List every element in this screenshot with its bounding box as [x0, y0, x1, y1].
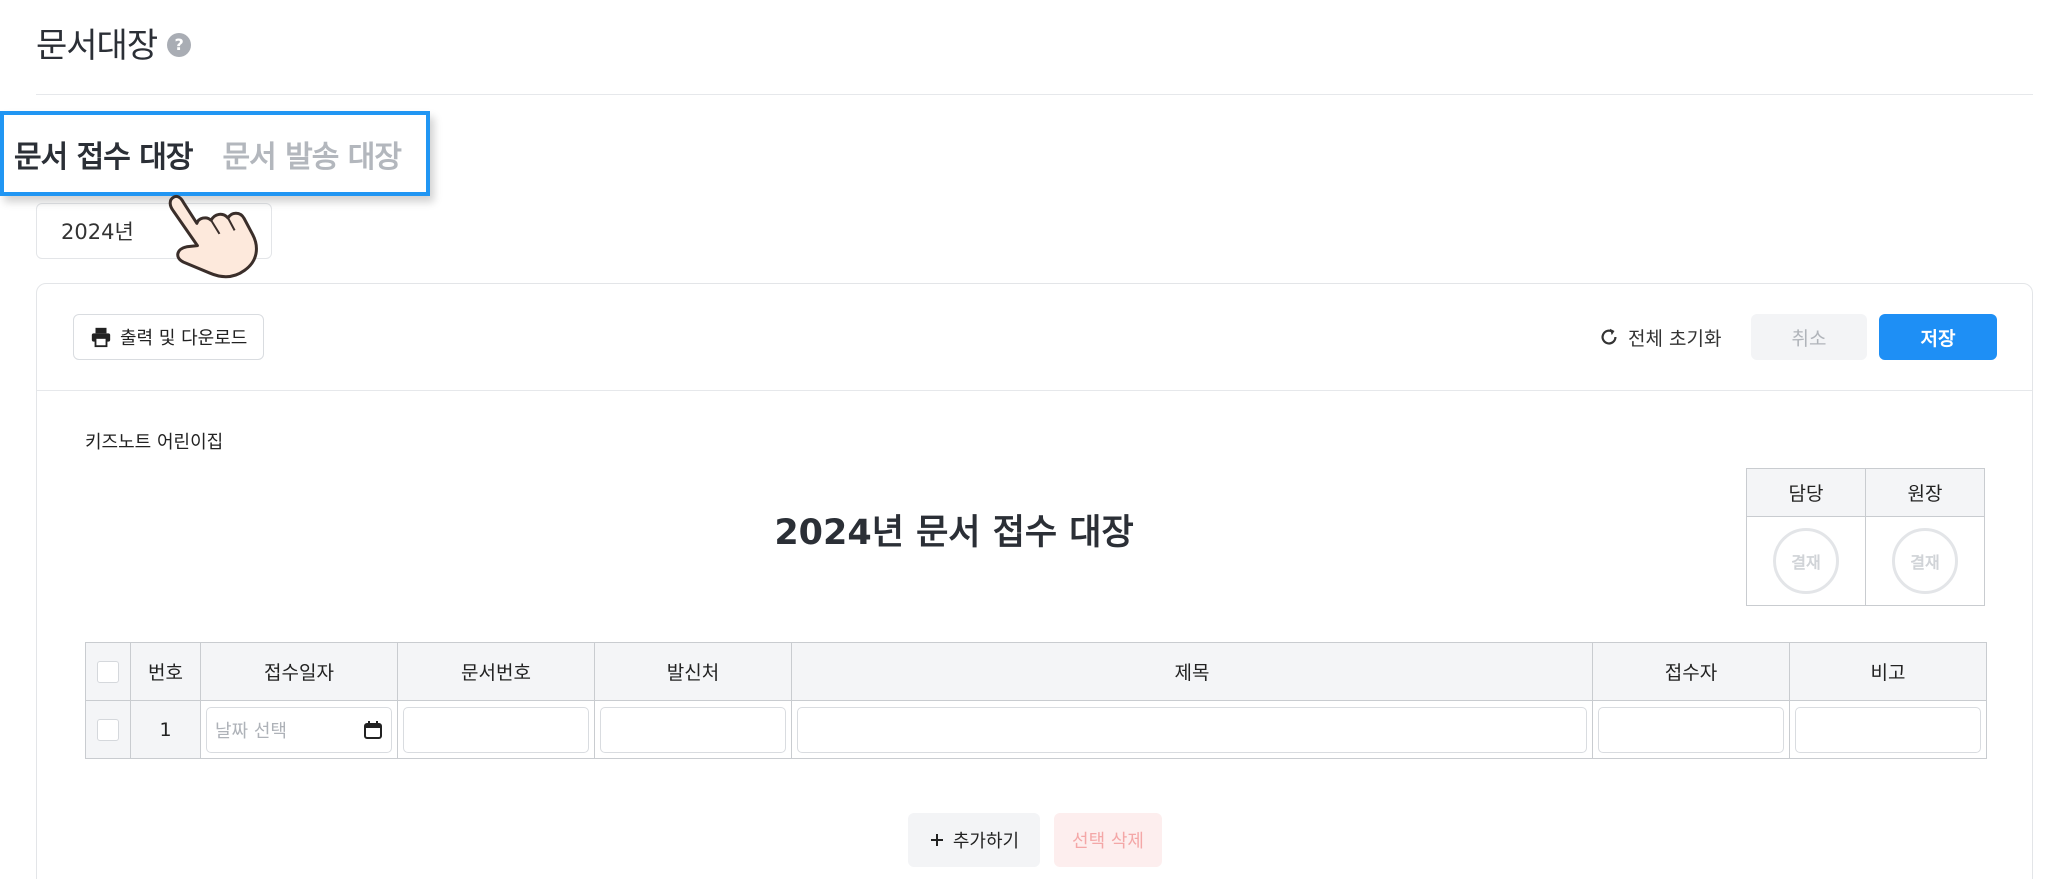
- column-header: 발신처: [594, 642, 792, 701]
- approval-stamp-cell-director: 결재: [1865, 516, 1985, 606]
- reset-all-button[interactable]: 전체 초기화: [1598, 314, 1721, 360]
- calendar-icon: [364, 720, 382, 739]
- page-title: 문서대장: [36, 26, 158, 66]
- add-row-label: 추가하기: [952, 831, 1020, 852]
- header-divider: [36, 94, 2033, 95]
- sender-cell: [594, 700, 792, 759]
- subject-cell: [791, 700, 1593, 759]
- date-placeholder: 날짜 선택: [215, 720, 287, 742]
- column-header: 접수자: [1592, 642, 1790, 701]
- approval-box: 담당 원장 결재 결재: [1746, 468, 1985, 606]
- column-header: 문서번호: [397, 642, 595, 701]
- row-number: 1: [130, 700, 201, 759]
- plus-icon: [930, 834, 943, 846]
- page-header: 문서대장 ?: [36, 18, 192, 67]
- date-picker-input[interactable]: 날짜 선택: [206, 706, 392, 753]
- receiver-input[interactable]: [1598, 706, 1784, 753]
- column-header: 접수일자: [200, 642, 398, 701]
- tab-sent-register[interactable]: 문서 발송 대장: [223, 132, 402, 176]
- pointing-hand-icon: [168, 194, 258, 279]
- doc-number-input[interactable]: [403, 706, 589, 753]
- approval-stamp: 결재: [1892, 528, 1958, 594]
- select-all-checkbox[interactable]: [97, 660, 119, 683]
- organization-name: 키즈노트 어린이집: [85, 432, 224, 453]
- approval-stamp: 결재: [1773, 528, 1839, 594]
- approval-header-manager: 담당: [1746, 468, 1866, 517]
- column-header: 비고: [1789, 642, 1987, 701]
- cancel-button[interactable]: 취소: [1751, 314, 1867, 360]
- document-title: 2024년 문서 접수 대장: [774, 513, 1134, 553]
- reset-all-label: 전체 초기화: [1628, 327, 1722, 350]
- note-input[interactable]: [1795, 706, 1981, 753]
- receiver-cell: [1592, 700, 1790, 759]
- date-cell: 날짜 선택: [200, 700, 398, 759]
- select-all-cell: [85, 642, 131, 701]
- sender-input[interactable]: [600, 706, 786, 753]
- printer-icon: [91, 327, 111, 348]
- save-button[interactable]: 저장: [1879, 314, 1997, 360]
- year-select-value: 2024년: [61, 220, 134, 244]
- delete-selected-button[interactable]: 선택 삭제: [1054, 813, 1162, 867]
- table-row: 1 날짜 선택: [85, 700, 1987, 759]
- register-table: 번호 접수일자 문서번호 발신처 제목 접수자 비고 1 날짜 선택: [85, 642, 1987, 759]
- approval-stamp-cell-manager: 결재: [1746, 516, 1866, 606]
- note-cell: [1789, 700, 1987, 759]
- doc-number-cell: [397, 700, 595, 759]
- add-row-button[interactable]: 추가하기: [908, 813, 1040, 867]
- tab-received-register[interactable]: 문서 접수 대장: [14, 132, 193, 176]
- row-select-cell: [85, 700, 131, 759]
- approval-header-director: 원장: [1865, 468, 1985, 517]
- refresh-icon: [1601, 328, 1617, 345]
- print-download-label: 출력 및 다운로드: [120, 328, 248, 349]
- print-download-button[interactable]: 출력 및 다운로드: [73, 314, 265, 360]
- toolbar: 출력 및 다운로드 전체 초기화 취소 저장: [37, 284, 2032, 391]
- column-header: 번호: [130, 642, 201, 701]
- column-header: 제목: [791, 642, 1593, 701]
- row-checkbox[interactable]: [97, 718, 119, 741]
- register-panel: 출력 및 다운로드 전체 초기화 취소 저장 키즈노트 어린이집 2024년 문…: [36, 283, 2033, 879]
- table-header-row: 번호 접수일자 문서번호 발신처 제목 접수자 비고: [85, 642, 1987, 701]
- subject-input[interactable]: [797, 706, 1587, 753]
- question-circle-icon[interactable]: ?: [167, 32, 192, 57]
